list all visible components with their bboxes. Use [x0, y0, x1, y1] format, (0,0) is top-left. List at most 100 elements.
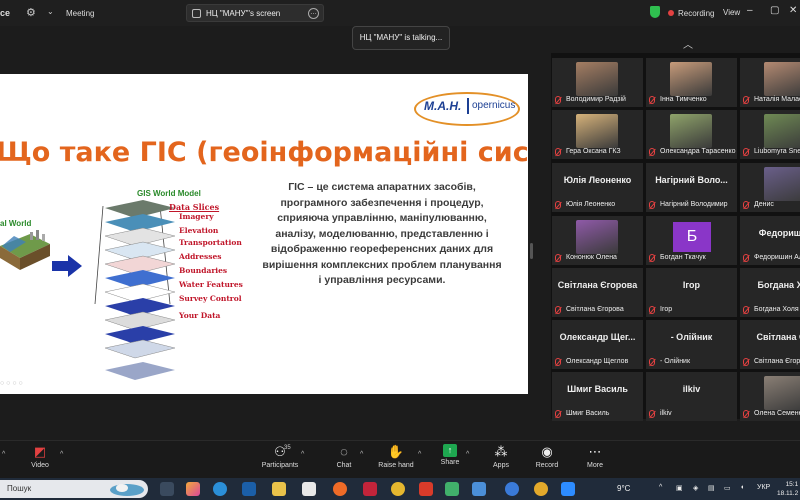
layer-label: Transportation	[179, 238, 242, 247]
chrome-icon[interactable]	[391, 482, 405, 496]
participant-tile[interactable]: Богдана Хол Богдана Холя	[740, 268, 800, 317]
file-explorer-icon[interactable]	[272, 482, 286, 496]
talking-indicator: НЦ "МАНУ" is talking...	[352, 26, 450, 50]
participant-tile[interactable]: Денис	[740, 163, 800, 212]
meeting-label[interactable]: Meeting	[66, 9, 94, 18]
participant-tile[interactable]: Кононюк Олена	[552, 216, 643, 265]
participant-tile[interactable]: Олександра Тарасенко	[646, 110, 737, 159]
participant-tile[interactable]: - Олійник - Олійник	[646, 320, 737, 369]
participant-tile[interactable]: Олександр Щег... Олександр Щеглов	[552, 320, 643, 369]
participant-name-label: - Олійник	[660, 358, 691, 365]
participant-name-label: Інна Тимченко	[660, 96, 707, 103]
participant-tile[interactable]: Шмиг Василь Шмиг Василь	[552, 372, 643, 421]
chrome-icon[interactable]	[534, 482, 548, 496]
participant-tile[interactable]: Ігор Ігор	[646, 268, 737, 317]
title-bar: ce ⚙ ⌄ Meeting НЦ "МАНУ"'s screen … Reco…	[0, 0, 800, 26]
view-button[interactable]: View	[723, 8, 740, 17]
participant-tile[interactable]: Liubomyra Sne	[740, 110, 800, 159]
record-label: Record	[535, 462, 559, 469]
apps-button[interactable]: ⁂ Apps	[476, 444, 526, 469]
video-label: Video	[31, 462, 49, 469]
screen-share-label: НЦ "МАНУ"'s screen	[206, 9, 281, 18]
participant-tile[interactable]: Олена Семене	[740, 372, 800, 421]
chevron-down-icon[interactable]: ⌄	[47, 7, 54, 16]
store-icon[interactable]	[302, 482, 316, 496]
chevron-up-icon[interactable]: ^	[360, 451, 363, 458]
chrome-icon[interactable]	[505, 482, 519, 496]
slide-navigation-dots[interactable]: ○ ○ ○ ○	[0, 380, 23, 387]
more-button[interactable]: ⋯ More	[570, 444, 620, 469]
game-icon[interactable]	[363, 482, 377, 496]
task-view-icon[interactable]	[160, 482, 174, 496]
real-world-terrain-image	[0, 230, 50, 270]
participant-name-label: Світлана Єгор	[754, 358, 800, 365]
recording-dot-icon	[668, 10, 674, 16]
tray-app-icon[interactable]: ▣	[676, 484, 683, 492]
participant-tile[interactable]: Нагірний Воло... Нагірний Володимир	[646, 163, 737, 212]
participant-tile[interactable]: ilkiv ilkiv	[646, 372, 737, 421]
participant-display-name: Шмиг Василь	[567, 384, 628, 394]
record-button[interactable]: ◉ Record	[522, 444, 572, 469]
more-icon: ⋯	[588, 444, 602, 459]
chevron-up-icon[interactable]: ^	[418, 451, 421, 458]
participant-tile[interactable]: Федоришин Федоришин Ал	[740, 216, 800, 265]
app-icon[interactable]	[445, 482, 459, 496]
participant-name-label: Федоришин Ал	[754, 254, 800, 261]
taskbar-search[interactable]: Пошук	[0, 480, 148, 498]
app-label-fragment: ce	[0, 8, 11, 18]
participant-name-label: Наталія Малас	[754, 96, 800, 103]
app-icon[interactable]	[472, 482, 486, 496]
participant-avatar: Б	[673, 222, 711, 252]
chevron-up-icon[interactable]: ︿	[683, 36, 693, 51]
outlook-icon[interactable]	[242, 482, 256, 496]
volume-icon[interactable]: ◖	[740, 484, 744, 491]
tray-app-icon[interactable]: ▤	[708, 484, 715, 492]
chevron-up-icon[interactable]: ^	[60, 451, 63, 458]
participant-tile[interactable]: Володимир Радзій	[552, 58, 643, 107]
participant-name-label: Ігор	[660, 306, 673, 313]
meeting-toolbar: ^ ◩ Video ^ ⚇ 35 Participants ^ ◌ Chat ^…	[0, 440, 800, 478]
clock[interactable]: 15:1 18.11.2	[777, 480, 798, 498]
tray-chevron-icon[interactable]: ^	[659, 484, 662, 491]
screen-share-indicator[interactable]: НЦ "МАНУ"'s screen …	[186, 4, 324, 22]
participant-tile[interactable]: Наталія Малас	[740, 58, 800, 107]
man-copernicus-logo: М.А.Н. opernicus	[414, 90, 522, 126]
minimize-icon[interactable]: –	[747, 5, 753, 16]
participants-label: Participants	[261, 462, 299, 469]
chevron-up-icon[interactable]: ^	[301, 451, 304, 458]
participant-tile[interactable]: Б Богдан Ткачук	[646, 216, 737, 265]
video-button[interactable]: ◩ Video	[15, 444, 65, 469]
participant-tile[interactable]: Світлана Єго Світлана Єгор	[740, 320, 800, 369]
share-arrow-icon: ↑	[443, 444, 457, 457]
zoom-meeting-window: ce ⚙ ⌄ Meeting НЦ "МАНУ"'s screen … Reco…	[0, 0, 800, 500]
more-options-icon[interactable]: …	[308, 8, 319, 19]
layer-label: Your Data	[179, 311, 221, 320]
edge-icon[interactable]	[213, 482, 227, 496]
participant-tile[interactable]: Світлана Єгорова Світлана Єгорова	[552, 268, 643, 317]
participant-tile[interactable]: Гера Оксана ГКЗ	[552, 110, 643, 159]
participants-button[interactable]: ⚇ 35 Participants	[255, 444, 305, 469]
split-drag-handle[interactable]	[530, 243, 533, 259]
weather-widget[interactable]: 9°C	[617, 484, 630, 493]
close-icon[interactable]: ✕	[789, 5, 797, 16]
security-shield-icon[interactable]	[650, 6, 660, 18]
raise-hand-button[interactable]: ✋ Raise hand	[371, 444, 421, 469]
app-icon[interactable]	[419, 482, 433, 496]
chevron-up-icon[interactable]: ^	[2, 451, 5, 458]
participant-name-label: Богдан Ткачук	[660, 254, 706, 261]
copilot-icon[interactable]	[186, 482, 200, 496]
chevron-up-icon[interactable]: ^	[466, 451, 469, 458]
layer-label: Elevation	[179, 226, 219, 235]
zoom-icon[interactable]	[561, 482, 575, 496]
tray-app-icon[interactable]: ◈	[693, 484, 698, 492]
language-indicator[interactable]: УКР	[757, 484, 770, 491]
battery-icon[interactable]: ▭	[724, 484, 731, 492]
recording-label[interactable]: Recording	[678, 9, 714, 18]
maximize-icon[interactable]: ▢	[770, 5, 779, 16]
gear-icon[interactable]: ⚙	[26, 6, 36, 19]
participant-photo	[764, 376, 800, 410]
participant-tile[interactable]: Юлія Леоненко Юлія Леоненко	[552, 163, 643, 212]
firefox-icon[interactable]	[333, 482, 347, 496]
search-placeholder: Пошук	[7, 484, 32, 493]
participant-tile[interactable]: Інна Тимченко	[646, 58, 737, 107]
